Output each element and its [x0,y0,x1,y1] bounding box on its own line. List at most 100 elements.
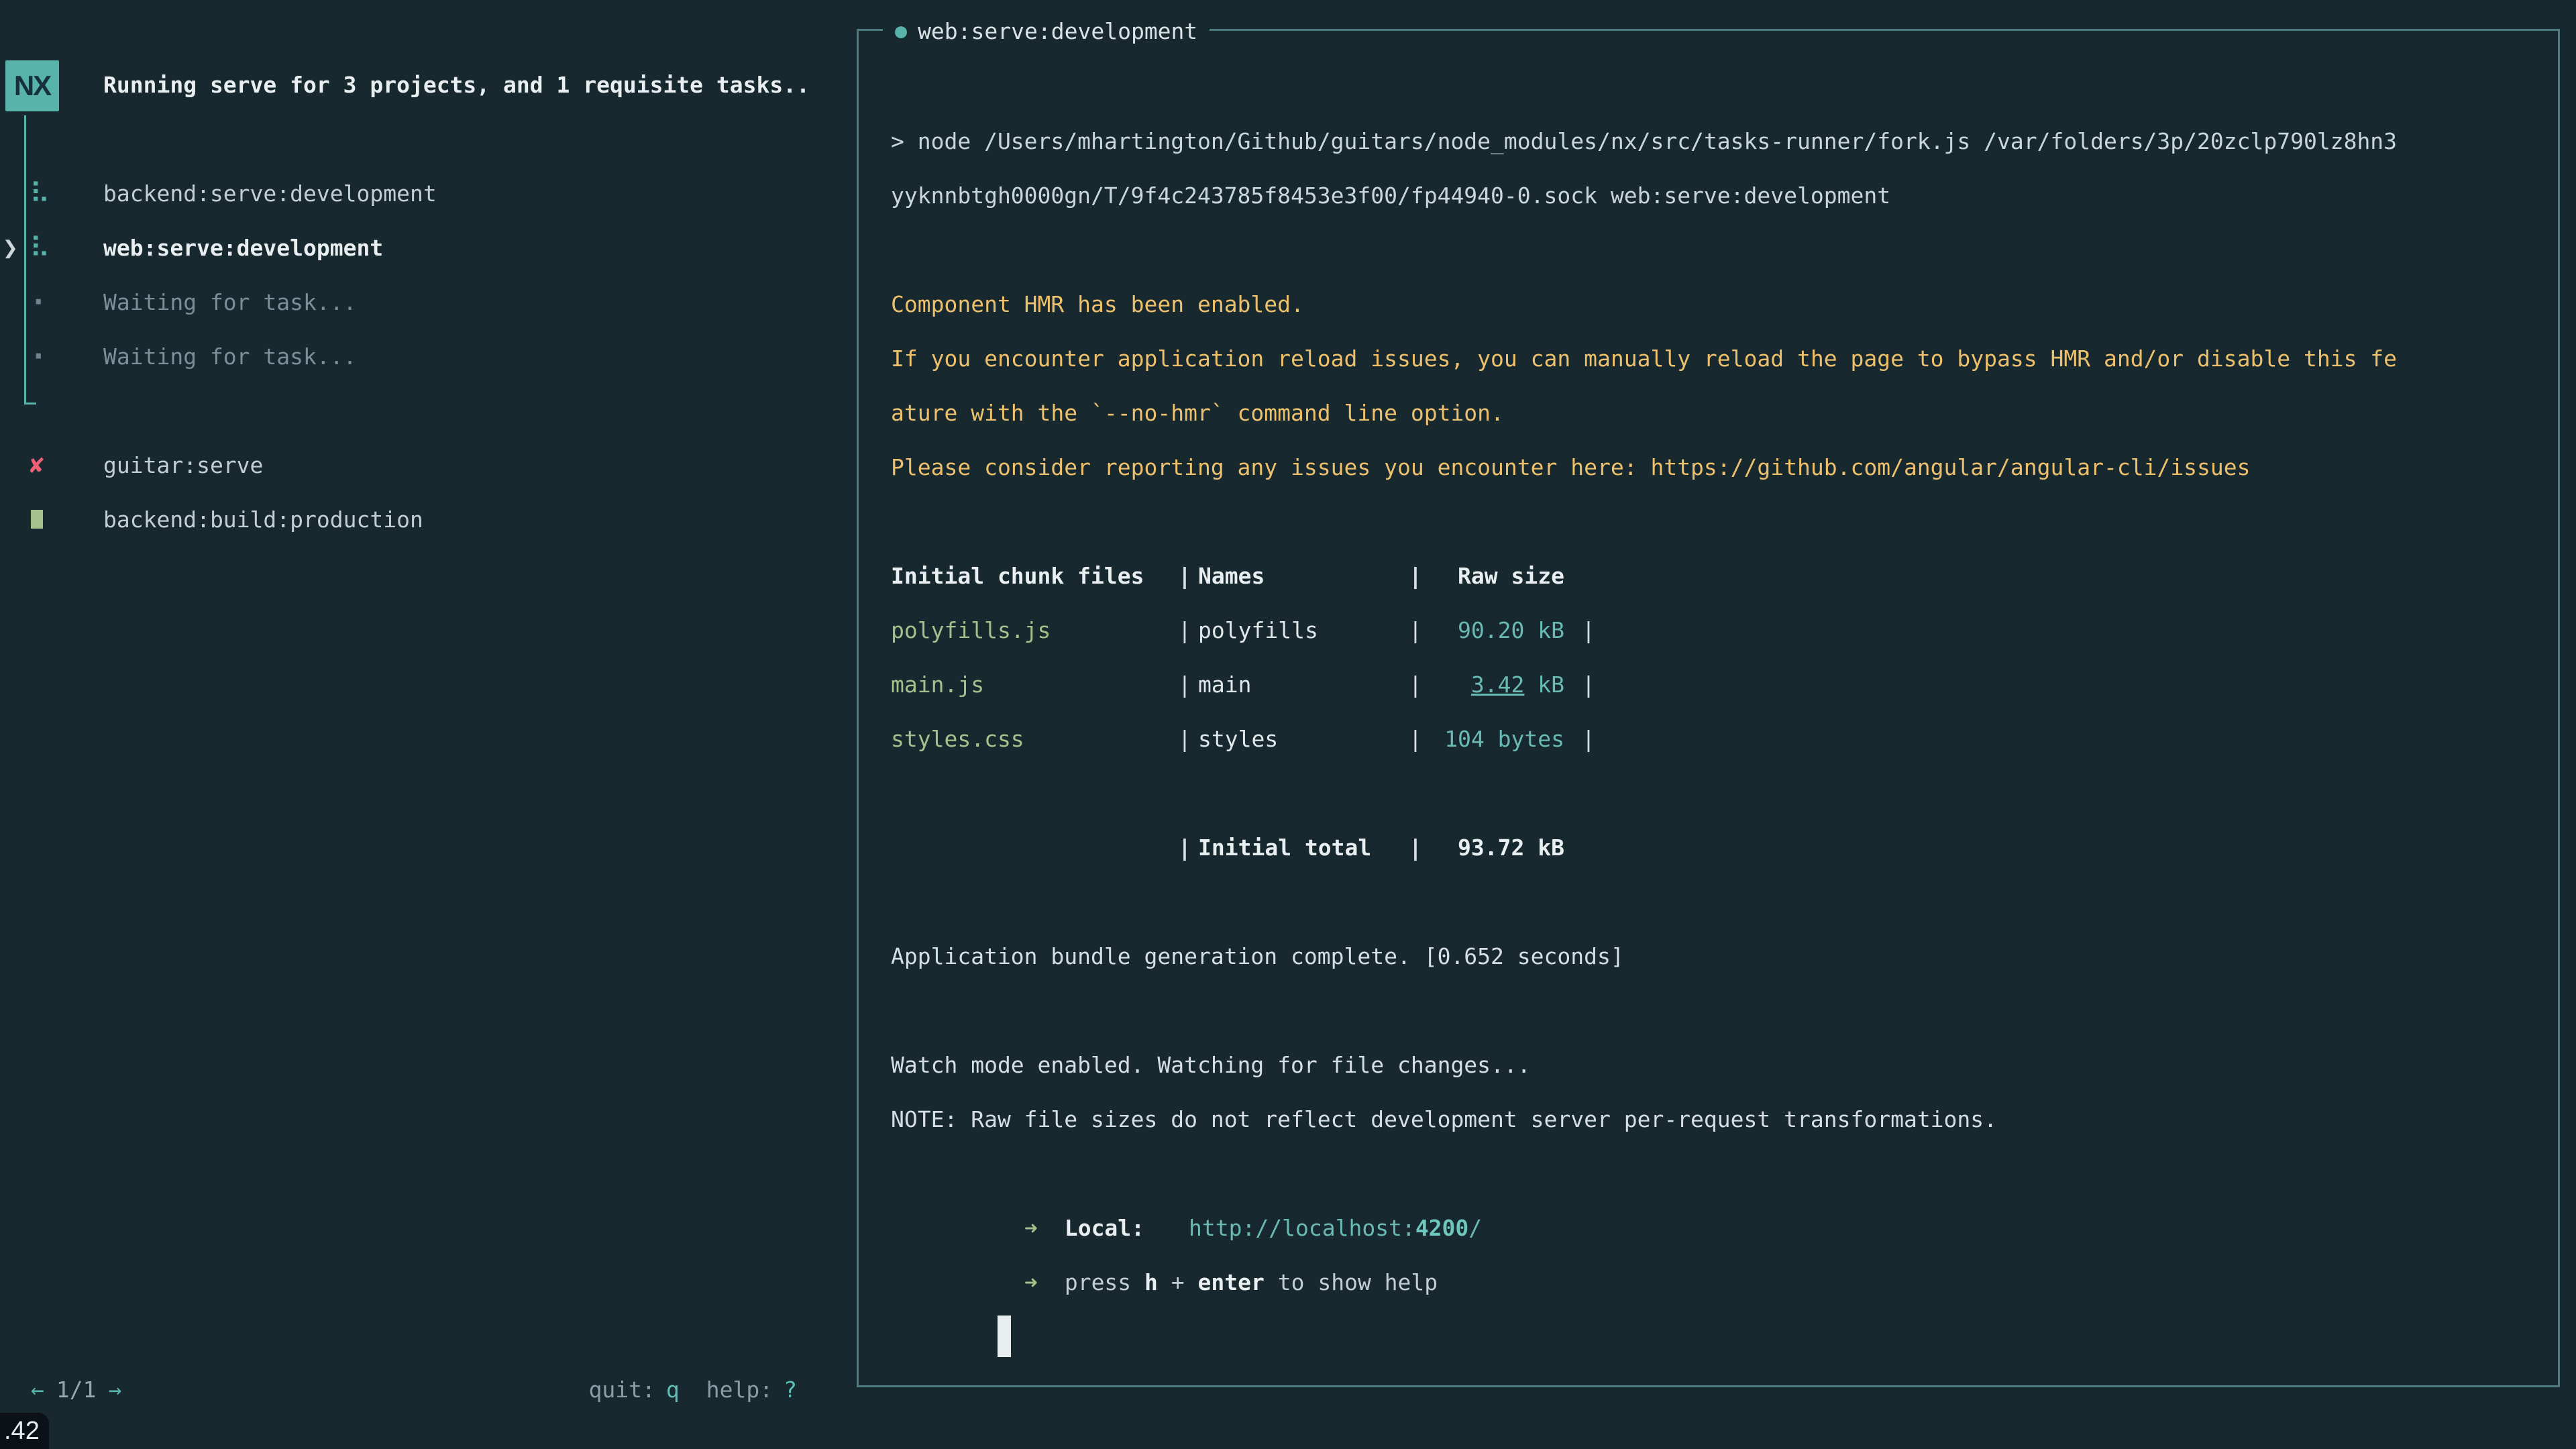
task-list: ⠧ backend:serve:development ❯ ⠧ web:serv… [0,166,857,547]
success-square-icon [31,510,43,529]
chunk-name: main [1191,657,1409,712]
total-value: 93.72 kB [1422,820,1564,875]
local-url[interactable]: http://localhost:4200/ [1189,1215,1482,1241]
column-separator: | [1409,549,1422,603]
chunk-table-total-row: |Initial total|93.72 kB [891,820,2542,875]
empty-cell [891,820,1178,875]
hmr-warning: ature with the `--no-hmr` command line o… [891,386,2542,440]
watch-mode-message: Watch mode enabled. Watching for file ch… [891,1038,2542,1092]
hmr-warning: Component HMR has been enabled. [891,277,2542,331]
nx-tui-screen: NX Running serve for 3 projects, and 1 r… [0,0,2576,1449]
chunk-size: 90.20 kB [1422,603,1564,657]
chunk-size: 3.42 kB [1422,657,1564,712]
task-label: backend:serve:development [103,166,437,221]
column-separator: | [1178,549,1191,603]
column-separator: | [1582,657,1595,712]
column-separator: | [1178,820,1191,875]
column-separator: | [1409,603,1422,657]
chunk-size-unit: kB [1524,672,1564,698]
task-row-waiting-1[interactable]: · Waiting for task... [0,275,857,329]
blank-line [891,983,2542,1038]
bundle-complete-message: Application bundle generation complete. … [891,929,2542,983]
column-separator: | [1409,820,1422,875]
local-label: Local: [1065,1215,1144,1241]
terminal-output: > node /Users/mhartington/Github/guitars… [891,114,2542,1309]
total-label: Initial total [1191,820,1409,875]
chunk-name: polyfills [1191,603,1409,657]
task-label: guitar:serve [103,438,263,492]
task-row-waiting-2[interactable]: · Waiting for task... [0,329,857,384]
task-label: backend:build:production [103,492,423,547]
chunk-table-row: main.js|main|3.42 kB| [891,657,2542,712]
task-label: Waiting for task... [103,329,357,384]
terminal-cursor [998,1316,1011,1357]
column-separator: | [1409,712,1422,766]
terminal-panel: ●web:serve:development > node /Users/mha… [857,29,2560,1387]
pagination: ← 1/1 → [31,1377,121,1403]
help-key: ? [784,1377,797,1403]
note-message: NOTE: Raw file sizes do not reflect deve… [891,1092,2542,1146]
spinner-icon: ⠧ [30,221,50,275]
running-dot-icon: ● [895,19,907,43]
chunk-table-header: Initial chunk files|Names|Raw size [891,549,2542,603]
prev-page-icon[interactable]: ← [31,1377,44,1403]
quit-label: quit: [589,1377,655,1403]
quit-key: q [666,1377,680,1403]
page-indicator: 1/1 [56,1377,97,1403]
show-help-text: to show help [1265,1269,1438,1295]
task-label-selected: web:serve:development [103,221,383,275]
blank-line [891,766,2542,820]
col-header-size: Raw size [1422,549,1564,603]
chunk-size-value: 3.42 [1471,672,1524,698]
col-header-names: Names [1191,549,1409,603]
status-bar: ← 1/1 → quit: q help:? [0,1366,857,1413]
column-separator: | [1582,712,1595,766]
column-separator: | [1178,657,1191,712]
corner-overlay-badge: .42 [0,1413,49,1449]
nx-logo: NX [5,60,59,111]
local-server-line: ➜Local:http://localhost:4200/ [891,1146,2542,1201]
chunk-file: main.js [891,657,1178,712]
spinner-icon: ⠧ [30,166,50,221]
run-summary: Running serve for 3 projects, and 1 requ… [103,58,810,112]
task-row-backend-serve[interactable]: ⠧ backend:serve:development [0,166,857,221]
enter-key: enter [1198,1269,1265,1295]
waiting-dot-icon: · [30,329,48,384]
command-line: yyknnbtgh0000gn/T/9f4c243785f8453e3f00/f… [891,168,2542,223]
blank-line [891,494,2542,549]
h-key: h [1144,1269,1158,1295]
task-row-guitar-serve[interactable]: ✘ guitar:serve [0,438,857,492]
column-separator: | [1409,657,1422,712]
chunk-table-row: styles.css|styles|104 bytes| [891,712,2542,766]
selected-caret-icon: ❯ [3,221,18,275]
key-hints: quit: q help:? [589,1377,797,1403]
failed-cross-icon: ✘ [30,438,44,492]
arrow-icon: ➜ [1024,1215,1038,1241]
chunk-file: polyfills.js [891,603,1178,657]
arrow-icon: ➜ [1024,1269,1038,1295]
terminal-title-bar: ● web:serve:development [883,12,1210,50]
command-line: > node /Users/mhartington/Github/guitars… [891,114,2542,168]
terminal-title: web:serve:development [918,18,1197,44]
help-label: help: [706,1377,773,1403]
task-label: Waiting for task... [103,275,357,329]
task-row-web-serve[interactable]: ❯ ⠧ web:serve:development [0,221,857,275]
column-separator: | [1178,603,1191,657]
chunk-table-row: polyfills.js|polyfills|90.20 kB| [891,603,2542,657]
chunk-size: 104 bytes [1422,712,1564,766]
col-header-files: Initial chunk files [891,549,1178,603]
chunk-file: styles.css [891,712,1178,766]
task-row-backend-build[interactable]: backend:build:production [0,492,857,547]
chunk-name: styles [1191,712,1409,766]
spacer-row [0,384,857,438]
plus-text: + [1158,1269,1198,1295]
next-page-icon[interactable]: → [108,1377,121,1403]
hmr-warning: If you encounter application reload issu… [891,331,2542,386]
column-separator: | [1178,712,1191,766]
waiting-dot-icon: · [30,275,48,329]
blank-line [891,223,2542,277]
column-separator: | [1582,603,1595,657]
press-text: press [1065,1269,1144,1295]
hmr-warning: Please consider reporting any issues you… [891,440,2542,494]
blank-line [891,875,2542,929]
